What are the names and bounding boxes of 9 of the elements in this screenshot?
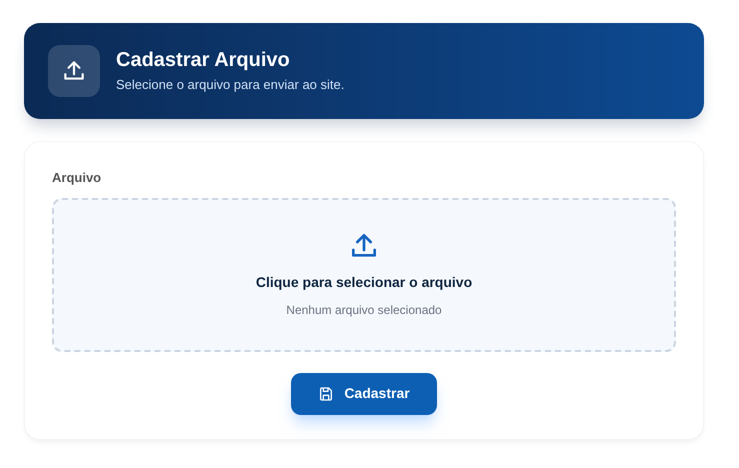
upload-icon <box>48 45 100 97</box>
file-status: Nenhum arquivo selecionado <box>286 302 442 319</box>
field-label: Arquivo <box>52 169 102 187</box>
dropzone-prompt: Clique para selecionar o arquivo <box>256 273 472 292</box>
file-dropzone[interactable]: Clique para selecionar o arquivo Nenhum arquivo selecionado <box>52 198 676 352</box>
submit-button[interactable]: Cadastrar <box>291 372 437 414</box>
header-subtitle: Selecione o arquivo para enviar ao site. <box>116 76 344 94</box>
header-title: Cadastrar Arquivo <box>116 48 291 73</box>
save-icon <box>318 386 334 402</box>
